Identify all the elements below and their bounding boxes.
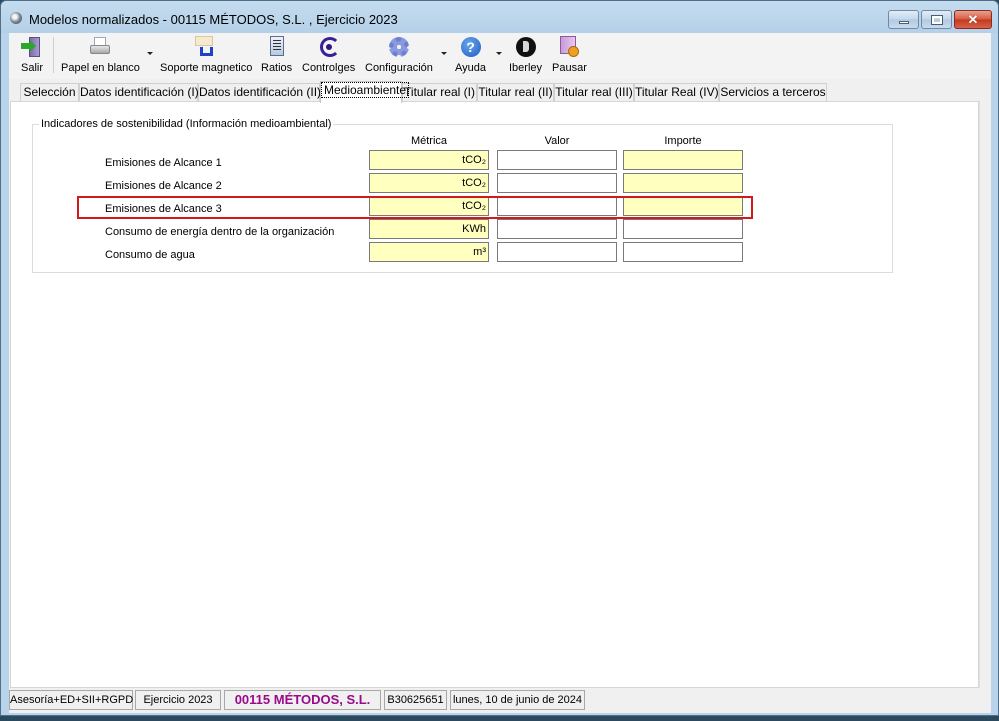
tab-bar: Selección Datos identificación (I) Datos… bbox=[9, 81, 991, 103]
magnetic-support-button[interactable]: Soporte magnetico bbox=[160, 35, 252, 75]
valor-input-consumo-agua[interactable] bbox=[497, 242, 617, 262]
pause-book-icon bbox=[558, 36, 580, 58]
tab-datos-identificacion-1[interactable]: Datos identificación (I) bbox=[79, 83, 199, 102]
minimize-button[interactable] bbox=[888, 10, 919, 29]
gear-icon bbox=[388, 36, 410, 58]
controlges-label: Controlges bbox=[302, 62, 356, 74]
pause-label: Pausar bbox=[552, 62, 587, 74]
help-label: Ayuda bbox=[455, 62, 486, 74]
group-title: Indicadores de sostenibilidad (Informaci… bbox=[39, 118, 334, 130]
importe-input-consumo-energia[interactable] bbox=[623, 219, 743, 239]
help-button[interactable]: ? Ayuda bbox=[455, 35, 486, 75]
document-icon bbox=[266, 36, 288, 58]
maximize-button[interactable] bbox=[921, 10, 952, 29]
blank-paper-dropdown-icon[interactable] bbox=[147, 52, 153, 55]
tab-datos-identificacion-2[interactable]: Datos identificación (II) bbox=[198, 83, 321, 102]
exit-door-icon bbox=[21, 36, 43, 58]
row-label-consumo-energia: Consumo de energía dentro de la organiza… bbox=[105, 226, 335, 238]
valor-input-alcance-2[interactable] bbox=[497, 173, 617, 193]
iberley-label: Iberley bbox=[509, 62, 543, 74]
help-icon: ? bbox=[460, 36, 482, 58]
column-header-metric: Métrica bbox=[410, 135, 448, 147]
exit-label: Salir bbox=[21, 62, 44, 74]
row-label-alcance-2: Emisiones de Alcance 2 bbox=[105, 180, 222, 192]
maximize-icon bbox=[930, 14, 943, 25]
client-area: Salir Papel en blanco Soporte magnetico … bbox=[9, 33, 991, 713]
metric-field-consumo-energia: KWh bbox=[369, 219, 489, 239]
tab-titular-real-2[interactable]: Titular real (II) bbox=[477, 83, 554, 102]
importe-input-alcance-1[interactable] bbox=[623, 150, 743, 170]
column-header-importe: Importe bbox=[664, 135, 702, 147]
panel-edge bbox=[979, 101, 989, 688]
tab-titular-real-1[interactable]: Titular real (I) bbox=[402, 83, 477, 102]
floppy-disk-icon bbox=[195, 36, 217, 58]
printer-icon bbox=[89, 36, 111, 58]
tab-servicios-terceros[interactable]: Servicios a terceros bbox=[719, 83, 827, 102]
configuration-button[interactable]: Configuración bbox=[365, 35, 433, 75]
row-label-consumo-agua: Consumo de agua bbox=[105, 249, 195, 261]
row-label-alcance-1: Emisiones de Alcance 1 bbox=[105, 157, 222, 169]
column-header-valor: Valor bbox=[544, 135, 570, 147]
status-date: lunes, 10 de junio de 2024 bbox=[450, 690, 585, 710]
metric-field-alcance-3: tCO₂ bbox=[369, 196, 489, 216]
importe-input-alcance-2[interactable] bbox=[623, 173, 743, 193]
title-bar[interactable]: Modelos normalizados - 00115 MÉTODOS, S.… bbox=[1, 1, 998, 33]
toolbar: Salir Papel en blanco Soporte magnetico … bbox=[9, 33, 991, 79]
help-dropdown-icon[interactable] bbox=[496, 52, 502, 55]
blank-paper-label: Papel en blanco bbox=[61, 62, 140, 74]
ratios-button[interactable]: Ratios bbox=[261, 35, 292, 75]
status-company: 00115 MÉTODOS, S.L. bbox=[224, 690, 381, 710]
eye-logo-icon bbox=[318, 36, 340, 58]
row-label-alcance-3: Emisiones de Alcance 3 bbox=[105, 203, 222, 215]
pause-button[interactable]: Pausar bbox=[552, 35, 587, 75]
exit-button[interactable]: Salir bbox=[21, 35, 43, 75]
toolbar-separator bbox=[53, 37, 54, 73]
status-product: Asesoría+ED+SII+RGPD bbox=[9, 690, 133, 710]
tab-medioambiente[interactable]: Medioambiente bbox=[320, 81, 410, 103]
status-tax-id: B30625651 bbox=[384, 690, 447, 710]
metric-field-alcance-1: tCO₂ bbox=[369, 150, 489, 170]
minimize-icon bbox=[898, 20, 909, 24]
sustainability-group: Indicadores de sostenibilidad (Informaci… bbox=[32, 118, 893, 273]
window-title: Modelos normalizados - 00115 MÉTODOS, S.… bbox=[29, 12, 398, 27]
metric-field-consumo-agua: m³ bbox=[369, 242, 489, 262]
valor-input-alcance-1[interactable] bbox=[497, 150, 617, 170]
tab-seleccion[interactable]: Selección bbox=[20, 83, 79, 102]
tab-titular-real-4[interactable]: Titular Real (IV) bbox=[634, 83, 719, 102]
blank-paper-button[interactable]: Papel en blanco bbox=[61, 35, 140, 75]
close-button[interactable]: ✕ bbox=[954, 10, 992, 29]
app-icon bbox=[10, 12, 22, 24]
configuration-label: Configuración bbox=[365, 62, 433, 74]
iberley-logo-icon bbox=[515, 36, 537, 58]
configuration-dropdown-icon[interactable] bbox=[441, 52, 447, 55]
status-bar: Asesoría+ED+SII+RGPD Ejercicio 2023 0011… bbox=[9, 689, 991, 711]
controlges-button[interactable]: Controlges bbox=[302, 35, 355, 75]
magnetic-support-label: Soporte magnetico bbox=[160, 62, 253, 74]
tab-titular-real-3[interactable]: Titular real (III) bbox=[554, 83, 634, 102]
valor-input-alcance-3[interactable] bbox=[497, 196, 617, 216]
metric-field-alcance-2: tCO₂ bbox=[369, 173, 489, 193]
importe-input-consumo-agua[interactable] bbox=[623, 242, 743, 262]
iberley-button[interactable]: Iberley bbox=[509, 35, 542, 75]
main-window: Modelos normalizados - 00115 MÉTODOS, S.… bbox=[0, 0, 999, 716]
status-exercise: Ejercicio 2023 bbox=[135, 690, 221, 710]
ratios-label: Ratios bbox=[261, 62, 293, 74]
valor-input-consumo-energia[interactable] bbox=[497, 219, 617, 239]
medioambiente-panel: Indicadores de sostenibilidad (Informaci… bbox=[10, 101, 979, 688]
close-icon: ✕ bbox=[967, 12, 979, 27]
importe-input-alcance-3[interactable] bbox=[623, 196, 743, 216]
